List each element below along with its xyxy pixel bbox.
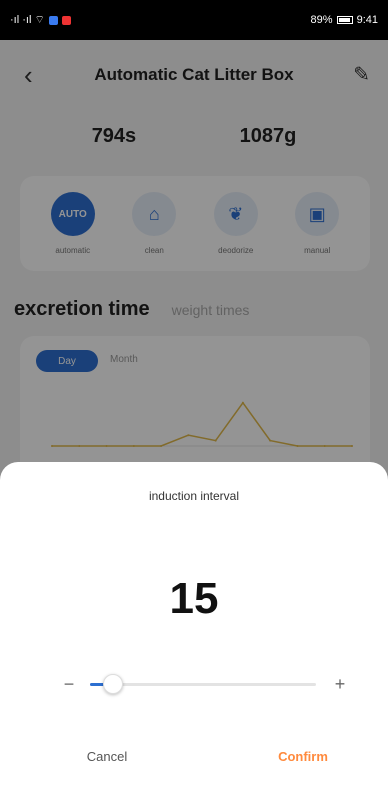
signal-icon: ·ıl ·ıl ⌔ bbox=[10, 14, 45, 26]
status-right: 89% 9:41 bbox=[311, 14, 378, 26]
bluetooth-icon bbox=[48, 15, 58, 25]
confirm-button[interactable]: Confirm bbox=[258, 742, 348, 770]
notification-icon bbox=[61, 15, 71, 25]
increment-button[interactable]: + bbox=[330, 672, 350, 696]
decrement-button[interactable]: − bbox=[60, 672, 78, 696]
status-left: ·ıl ·ıl ⌔ bbox=[10, 13, 71, 27]
sheet-title: induction interval bbox=[148, 489, 240, 503]
clock: 9:41 bbox=[356, 14, 378, 26]
interval-value: 15 bbox=[169, 574, 219, 623]
cancel-button[interactable]: Cancel bbox=[62, 742, 152, 770]
interval-slider[interactable] bbox=[90, 674, 316, 694]
battery-icon bbox=[336, 16, 353, 24]
battery-percent: 89% bbox=[310, 14, 333, 26]
status-bar: ·ıl ·ıl ⌔ 89% 9:41 bbox=[0, 0, 388, 40]
induction-interval-sheet: induction interval 15 − + Cancel Confirm bbox=[0, 462, 388, 796]
slider-thumb[interactable] bbox=[102, 674, 123, 694]
